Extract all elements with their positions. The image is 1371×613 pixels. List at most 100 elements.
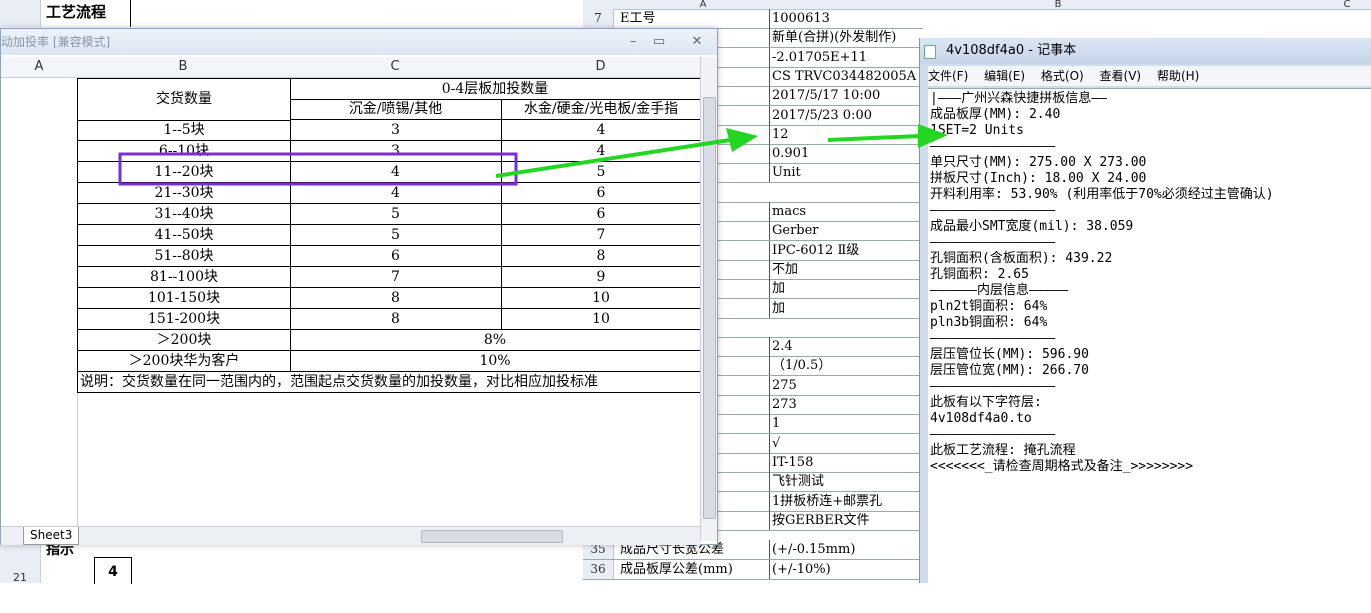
notepad-window[interactable]: 4v108df4a0 - 记事本 文件(F) 编辑(E) 格式(O) 查看(V)… [919,38,1371,584]
notepad-line: 层压管位长(MM): 596.90 [930,347,1089,362]
cell-immersion-value[interactable]: 5 [290,204,502,225]
notepad-line: 此板工艺流程: 掩孔流程 [930,443,1076,458]
cell-delivery-qty[interactable]: 31--40块 [77,204,291,225]
column-a-blank[interactable] [1,78,78,526]
cell-hardgold-value[interactable]: 6 [502,204,701,225]
notepad-titlebar[interactable]: 4v108df4a0 - 记事本 [920,38,1371,64]
notepad-line: 1SET=2 Units [930,123,1024,138]
row-value: 新单(合拼)(外发制作) [769,28,896,48]
excel-title: 动加投率 [兼容模式] [1,35,111,49]
cell-hardgold-value[interactable]: 5 [502,162,701,183]
row-value: Unit [769,163,801,183]
menu-view[interactable]: 查看(V) [1100,69,1142,83]
header-delivery-qty[interactable]: 交货数量 [77,78,291,121]
tab-sheet3[interactable]: Sheet3 [23,527,80,545]
h-scroll-thumb[interactable] [421,530,563,543]
cell-hardgold-value[interactable]: 8 [502,246,701,267]
row-value: IPC-6012 Ⅱ级 [769,240,859,260]
row-value: (+/-10%) [769,560,831,579]
cell-delivery-qty[interactable]: ＞200块华为客户 [77,351,291,372]
cell-immersion-value[interactable]: 3 [290,141,502,162]
right-sheet-row: 36 成品板厚公差(mm) (+/-10%) [583,560,923,580]
notepad-line: 4v108df4a0.to [930,411,1032,426]
note-cell[interactable]: 说明：交货数量在同一范围内的，范围起点交货数量的加投数量，对比相应加投标准 [77,372,703,393]
col-header-c[interactable]: C [289,57,502,78]
col-header-d[interactable]: D [501,57,701,78]
col-header-a[interactable]: A [1,57,78,78]
cell-immersion-value[interactable]: 5 [290,225,502,246]
cell-delivery-qty[interactable]: 6--10块 [77,141,291,162]
notepad-line: ———————————————— [930,427,1056,442]
menu-format[interactable]: 格式(O) [1041,69,1084,83]
close-icon[interactable]: ✕ [687,29,707,55]
cell-percent-value[interactable]: 10% [290,351,701,372]
row-header-strip [0,0,41,27]
header-layer-addition[interactable]: 0-4层板加投数量 [290,78,701,100]
process-title: 工艺流程 [46,3,107,21]
menu-help[interactable]: 帮助(H) [1157,69,1199,83]
header-hard-gold[interactable]: 水金/硬金/光电板/金手指 [502,99,701,120]
cell-delivery-qty[interactable]: 1--5块 [77,120,291,141]
notepad-line: pln3b铜面积: 64% [930,315,1048,330]
notepad-line: ———————————————— [930,235,1056,250]
cell-immersion-value[interactable]: 6 [290,246,502,267]
row-value: CS TRVC034482005A [769,66,916,86]
notepad-line: 孔铜面积(含板面积): 439.22 [930,251,1113,266]
row-value: 2017/5/23 0:00 [769,105,872,125]
excel-window[interactable]: 动加投率 [兼容模式] – ▭ ✕ A B C D 交货数量 0-4层板加投数量… [0,28,718,545]
row-value: 1拼板桥连+邮票孔 [769,491,882,511]
cell-delivery-qty[interactable]: 21--30块 [77,183,291,204]
menu-file[interactable]: 文件(F) [928,69,968,83]
excel-titlebar[interactable]: 动加投率 [兼容模式] – ▭ ✕ [1,29,717,55]
maximize-icon[interactable]: ▭ [649,29,669,55]
header-immersion-gold[interactable]: 沉金/喷锡/其他 [290,99,502,120]
row-value: （1/0.5） [769,356,831,376]
row-value: 0.901 [769,144,809,164]
notepad-text-area[interactable]: |———广州兴森快捷拼板信息—— 成品板厚(MM): 2.40 1SET=2 Uni… [928,88,1371,584]
row-value: (+/-0.15mm) [769,540,855,559]
notepad-line: 成品板厚(MM): 2.40 [930,107,1061,122]
notepad-title: 4v108df4a0 - 记事本 [946,43,1077,58]
notepad-line: 此板有以下字符层: [930,395,1042,410]
row-value: 加 [769,279,785,299]
notepad-line: 成品最小SMT宽度(mil): 38.059 [930,219,1134,234]
cell-delivery-qty[interactable]: 151-200块 [77,309,291,330]
menu-edit[interactable]: 编辑(E) [984,69,1025,83]
cell-hardgold-value[interactable]: 10 [502,309,701,330]
row-value: 1 [769,414,780,434]
cell-delivery-qty[interactable]: 101-150块 [77,288,291,309]
scroll-thumb[interactable] [703,97,716,519]
cell-hardgold-value[interactable]: 4 [502,141,701,162]
cell-delivery-qty[interactable]: 41--50块 [77,225,291,246]
cell-immersion-value[interactable]: 8 [290,309,502,330]
notepad-line: 开料利用率: 53.90% (利用率低于70%必须经过主管确认) [930,187,1274,202]
cell-hardgold-value[interactable]: 10 [502,288,701,309]
cell-hardgold-value[interactable]: 7 [502,225,701,246]
col-header-b[interactable]: B [77,57,290,78]
cell-hardgold-value[interactable]: 4 [502,120,701,141]
notepad-line: ——————内层信息————— [930,283,1069,298]
cell-hardgold-value[interactable]: 6 [502,183,701,204]
cell-delivery-qty[interactable]: ＞200块 [77,330,291,351]
cell-immersion-value[interactable]: 8 [290,288,502,309]
notepad-line: ———————————————— [930,331,1056,346]
row-number: 21 [0,543,41,584]
row-value: 1000613 [769,9,830,28]
cell-hardgold-value[interactable]: 9 [502,267,701,288]
cell-divider [130,0,131,27]
notepad-menubar: 文件(F) 编辑(E) 格式(O) 查看(V) 帮助(H) [928,66,1371,86]
cell-delivery-qty[interactable]: 81--100块 [77,267,291,288]
cell-delivery-qty[interactable]: 51--80块 [77,246,291,267]
cell-immersion-value[interactable]: 3 [290,120,502,141]
cell-immersion-value[interactable]: 4 [290,183,502,204]
cell-percent-value[interactable]: 8% [290,330,701,351]
row-value: 加 [769,298,785,318]
cell-delivery-qty[interactable]: 11--20块 [77,162,291,183]
horizontal-scrollbar[interactable]: Sheet3 [1,526,700,545]
notepad-line: |———广州兴森快捷拼板信息—— [930,91,1107,106]
row-value: √ [769,433,780,453]
cell-immersion-value[interactable]: 4 [290,162,502,183]
cell-immersion-value[interactable]: 7 [290,267,502,288]
vertical-scrollbar[interactable] [700,57,717,541]
minimize-icon[interactable]: – [623,29,643,55]
